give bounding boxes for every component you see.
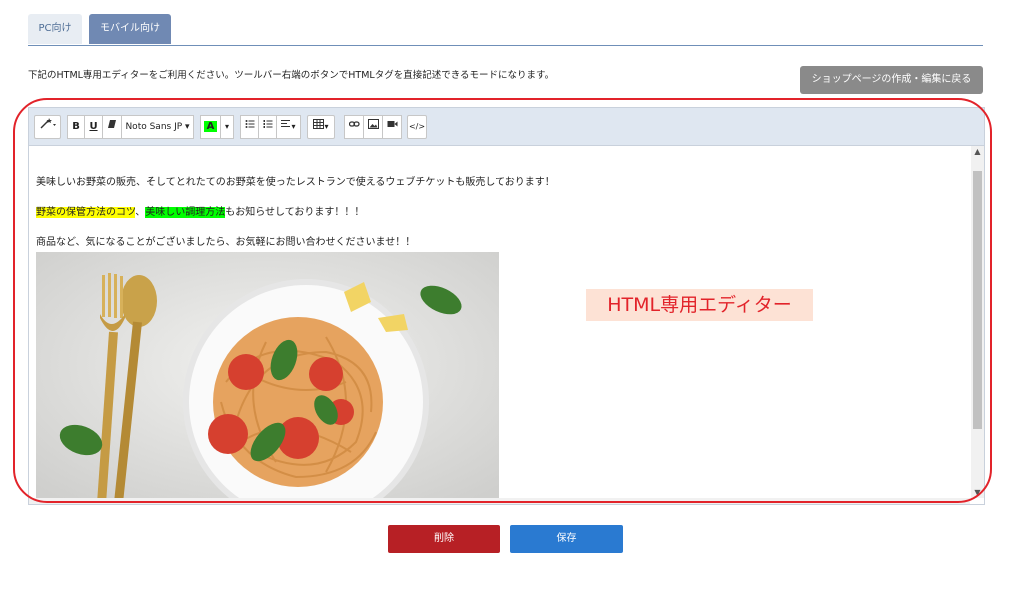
caret-down-icon: ▾ (224, 122, 229, 131)
editor-scrollbar[interactable]: ▲ ▼ (971, 146, 984, 498)
numbered-list-icon (263, 120, 272, 128)
line-separator: 、 (135, 207, 146, 218)
font-family-label: Noto Sans JP (125, 122, 183, 132)
annotation-label: HTML専用エディター (586, 289, 813, 321)
scroll-down-icon[interactable]: ▼ (971, 488, 984, 497)
tab-bar: PC向け モバイル向け (28, 14, 983, 46)
pasta-illustration (36, 252, 499, 498)
underline-button[interactable]: U (84, 115, 103, 139)
content-line-1: 美味しいお野菜の販売、そしてとれたてのお野菜を使ったレストランで使えるウェブチケ… (36, 177, 555, 188)
line-tail: もお知らせしております！！！ (225, 207, 365, 218)
tab-pc[interactable]: PC向け (28, 14, 82, 44)
link-icon (348, 121, 360, 127)
highlight-cooking-method: 美味しい調理方法 (145, 207, 226, 218)
align-left-icon (281, 120, 291, 127)
eraser-icon (108, 120, 116, 128)
video-icon (387, 121, 397, 127)
magic-wand-dropdown[interactable] (34, 115, 61, 139)
table-icon (313, 119, 325, 129)
editor-resize-bar[interactable] (29, 498, 970, 504)
scroll-up-icon[interactable]: ▲ (971, 147, 984, 156)
insert-image-button[interactable] (363, 115, 383, 139)
wand-icon (40, 118, 56, 129)
eraser-button[interactable] (102, 115, 122, 139)
insert-link-button[interactable] (344, 115, 364, 139)
font-family-dropdown[interactable]: Noto Sans JP ▾ (121, 115, 194, 139)
paragraph-align-dropdown[interactable]: ▾ (276, 115, 301, 139)
insert-video-button[interactable] (382, 115, 402, 139)
text-color-letter: A (203, 121, 218, 132)
tab-mobile[interactable]: モバイル向け (89, 14, 171, 44)
spoon-bowl (121, 275, 157, 327)
content-line-3: 商品など、気になることがございましたら、お気軽にお問い合わせくださいませ！！ (36, 237, 416, 248)
bold-button[interactable]: B (67, 115, 85, 139)
image-icon (367, 119, 379, 129)
ordered-list-button[interactable] (258, 115, 277, 139)
unordered-list-button[interactable] (240, 115, 259, 139)
spaghetti (213, 317, 383, 487)
caret-down-icon: ▾ (291, 122, 296, 131)
pasta-photo[interactable] (36, 252, 499, 498)
highlight-storage-tips: 野菜の保管方法のコツ (36, 207, 136, 218)
editor-description: 下記のHTML専用エディターをご利用ください。ツールバー右端のボタンでHTMLタ… (28, 70, 555, 81)
caret-down-icon: ▾ (324, 122, 329, 131)
save-button[interactable]: 保存 (510, 525, 623, 553)
editor-toolbar: B U Noto Sans JP ▾ A ▾ ▾ ▾ </> (29, 108, 984, 146)
html-editor: B U Noto Sans JP ▾ A ▾ ▾ ▾ </> 美味しいお野菜の販… (28, 107, 985, 505)
back-to-shop-edit-button[interactable]: ショップページの作成・編集に戻る (800, 66, 983, 94)
code-view-button[interactable]: </> (407, 115, 427, 139)
text-color-dropdown[interactable]: ▾ (220, 115, 234, 139)
text-color-button[interactable]: A (200, 115, 221, 139)
scroll-thumb[interactable] (973, 171, 982, 429)
content-line-2: 野菜の保管方法のコツ、美味しい調理方法もお知らせしております！！！ (36, 203, 364, 218)
table-dropdown[interactable]: ▾ (307, 115, 335, 139)
bullet-list-icon (245, 120, 254, 128)
editor-content[interactable]: 美味しいお野菜の販売、そしてとれたてのお野菜を使ったレストランで使えるウェブチケ… (29, 146, 970, 498)
delete-button[interactable]: 削除 (388, 525, 500, 553)
caret-down-icon: ▾ (182, 122, 190, 132)
